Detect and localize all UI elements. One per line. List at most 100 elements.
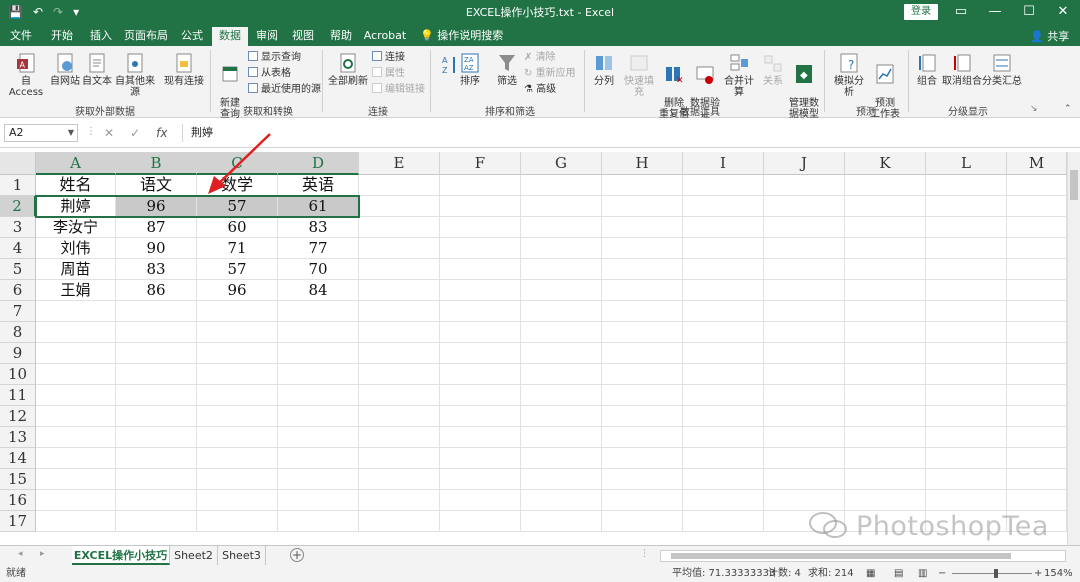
column-header-i[interactable]: I [683, 152, 764, 175]
cell-i2[interactable] [683, 196, 764, 217]
cell-i5[interactable] [683, 259, 764, 280]
clear-filter-button[interactable]: ✗ 清除 [524, 51, 556, 65]
row-header-15[interactable]: 15 [0, 469, 36, 490]
sheet-tab-sheet3[interactable]: Sheet3 [218, 546, 266, 565]
vertical-scrollbar[interactable] [1067, 152, 1080, 545]
cell-e10[interactable] [359, 364, 440, 385]
cell-g15[interactable] [521, 469, 602, 490]
cell-g3[interactable] [521, 217, 602, 238]
cell-d4[interactable]: 77 [278, 238, 359, 259]
cell-b17[interactable] [116, 511, 197, 532]
collapse-ribbon-icon[interactable]: ⌃ [1064, 104, 1072, 114]
cell-m12[interactable] [1007, 406, 1067, 427]
row-header-16[interactable]: 16 [0, 490, 36, 511]
row-header-12[interactable]: 12 [0, 406, 36, 427]
cancel-icon[interactable]: ✕ [104, 124, 114, 142]
cell-f2[interactable] [440, 196, 521, 217]
cell-j13[interactable] [764, 427, 845, 448]
column-header-a[interactable]: A [36, 152, 116, 175]
cell-d12[interactable] [278, 406, 359, 427]
cell-h9[interactable] [602, 343, 683, 364]
cell-i16[interactable] [683, 490, 764, 511]
cell-l4[interactable] [926, 238, 1007, 259]
cell-g11[interactable] [521, 385, 602, 406]
cell-h12[interactable] [602, 406, 683, 427]
cell-l2[interactable] [926, 196, 1007, 217]
cell-b11[interactable] [116, 385, 197, 406]
tab-splitter-icon[interactable]: ⋮ [640, 549, 649, 559]
cell-l1[interactable] [926, 175, 1007, 196]
cell-h16[interactable] [602, 490, 683, 511]
cell-k9[interactable] [845, 343, 926, 364]
cell-c10[interactable] [197, 364, 278, 385]
cell-h8[interactable] [602, 322, 683, 343]
row-header-14[interactable]: 14 [0, 448, 36, 469]
tab-home[interactable]: 开始 [44, 27, 80, 46]
cell-c4[interactable]: 71 [197, 238, 278, 259]
cell-k13[interactable] [845, 427, 926, 448]
cell-b5[interactable]: 83 [116, 259, 197, 280]
cell-b12[interactable] [116, 406, 197, 427]
column-header-c[interactable]: C [197, 152, 278, 175]
sort-button[interactable]: ZA AZ 排序 [456, 52, 484, 87]
cell-g12[interactable] [521, 406, 602, 427]
show-queries-button[interactable]: 显示查询 [248, 51, 301, 65]
chevron-down-icon[interactable]: ▼ [68, 125, 74, 141]
cell-k6[interactable] [845, 280, 926, 301]
hscroll-thumb[interactable] [671, 553, 1011, 559]
row-header-13[interactable]: 13 [0, 427, 36, 448]
cell-d16[interactable] [278, 490, 359, 511]
cell-a6[interactable]: 王娟 [36, 280, 116, 301]
cell-f3[interactable] [440, 217, 521, 238]
cell-h13[interactable] [602, 427, 683, 448]
cell-l14[interactable] [926, 448, 1007, 469]
from-access-button[interactable]: A 自 Access [4, 52, 48, 98]
cell-d9[interactable] [278, 343, 359, 364]
cell-j9[interactable] [764, 343, 845, 364]
cell-i4[interactable] [683, 238, 764, 259]
connections-button[interactable]: 连接 [372, 51, 405, 65]
cell-i10[interactable] [683, 364, 764, 385]
cell-h4[interactable] [602, 238, 683, 259]
confirm-icon[interactable]: ✓ [130, 124, 140, 142]
cell-c1[interactable]: 数学 [197, 175, 278, 196]
cell-e3[interactable] [359, 217, 440, 238]
row-header-1[interactable]: 1 [0, 175, 36, 196]
cell-d11[interactable] [278, 385, 359, 406]
tab-review[interactable]: 审阅 [252, 27, 282, 46]
cell-b7[interactable] [116, 301, 197, 322]
cell-a13[interactable] [36, 427, 116, 448]
cell-k5[interactable] [845, 259, 926, 280]
cell-a9[interactable] [36, 343, 116, 364]
cell-c13[interactable] [197, 427, 278, 448]
cell-h7[interactable] [602, 301, 683, 322]
cell-l8[interactable] [926, 322, 1007, 343]
cell-h15[interactable] [602, 469, 683, 490]
cell-j6[interactable] [764, 280, 845, 301]
minimize-button[interactable]: — [984, 2, 1006, 22]
cell-b9[interactable] [116, 343, 197, 364]
cell-g14[interactable] [521, 448, 602, 469]
cell-h1[interactable] [602, 175, 683, 196]
cell-g10[interactable] [521, 364, 602, 385]
filter-button[interactable]: 筛选 [492, 52, 522, 87]
cell-g16[interactable] [521, 490, 602, 511]
row-header-4[interactable]: 4 [0, 238, 36, 259]
from-text-button[interactable]: 自文本 [82, 52, 112, 87]
cell-f5[interactable] [440, 259, 521, 280]
cell-i3[interactable] [683, 217, 764, 238]
cell-e4[interactable] [359, 238, 440, 259]
sheet-tab-excel-tips[interactable]: EXCEL操作小技巧 [72, 546, 170, 565]
cell-j11[interactable] [764, 385, 845, 406]
cell-j2[interactable] [764, 196, 845, 217]
cell-k10[interactable] [845, 364, 926, 385]
cell-k8[interactable] [845, 322, 926, 343]
cell-c14[interactable] [197, 448, 278, 469]
cell-b10[interactable] [116, 364, 197, 385]
subtotal-button[interactable]: 分类汇总 [982, 52, 1022, 87]
cell-a3[interactable]: 李汝宁 [36, 217, 116, 238]
cell-d10[interactable] [278, 364, 359, 385]
scroll-thumb[interactable] [1070, 170, 1078, 200]
cell-c17[interactable] [197, 511, 278, 532]
cell-d1[interactable]: 英语 [278, 175, 359, 196]
